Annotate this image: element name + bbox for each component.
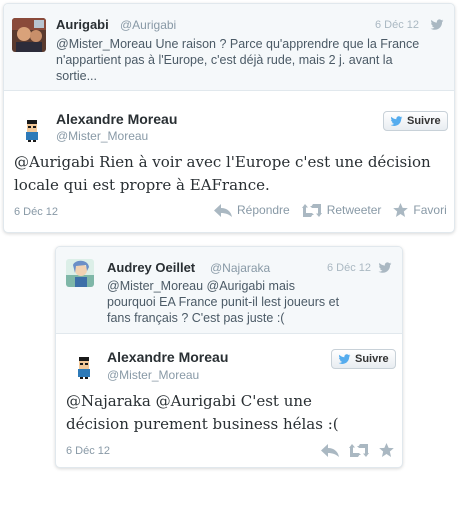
twitter-bird-icon: [390, 115, 403, 126]
parent-date[interactable]: 6 Déc 12: [375, 19, 419, 31]
star-icon: [379, 443, 394, 457]
follow-label: Suivre: [407, 115, 441, 127]
avatar-aurigabi[interactable]: [12, 18, 46, 52]
star-icon: [393, 203, 409, 217]
reply-action[interactable]: Répondre: [214, 203, 290, 217]
reply-date[interactable]: 6 Déc 12: [66, 445, 110, 457]
avatar-najaraka[interactable]: [66, 259, 94, 287]
parent-author-handle[interactable]: @Aurigabi: [120, 18, 176, 32]
follow-label: Suivre: [355, 353, 389, 365]
parent-author-handle[interactable]: @Najaraka: [210, 261, 270, 275]
retweet-icon: [301, 203, 322, 217]
favorite-action[interactable]: [379, 443, 394, 457]
retweet-action[interactable]: Retweeter: [301, 203, 382, 217]
parent-author-name[interactable]: Aurigabi: [56, 17, 109, 32]
reply-icon: [321, 443, 339, 457]
avatar-mister-moreau[interactable]: [20, 118, 44, 142]
reply-author-name[interactable]: Alexandre Moreau: [107, 349, 228, 365]
follow-button[interactable]: Suivre: [383, 111, 448, 131]
parent-tweet[interactable]: Audrey Oeillet @Najaraka 6 Déc 12 @Miste…: [56, 247, 402, 334]
tweet-actions: [321, 443, 394, 457]
retweet-action[interactable]: [349, 443, 369, 457]
parent-tweet[interactable]: Aurigabi @Aurigabi 6 Déc 12 @Mister_More…: [4, 4, 454, 91]
reply-icon: [214, 203, 232, 217]
retweet-icon: [349, 443, 369, 457]
follow-button[interactable]: Suivre: [331, 349, 396, 369]
avatar-mister-moreau[interactable]: [72, 355, 96, 379]
twitter-bird-icon: [338, 353, 351, 364]
reply-label: Répondre: [237, 203, 290, 217]
tweet-actions: Répondre Retweeter Favori: [214, 203, 447, 217]
tweet-embed-1: Aurigabi @Aurigabi 6 Déc 12 @Mister_More…: [3, 3, 455, 233]
favorite-action[interactable]: Favori: [393, 203, 447, 217]
parent-date[interactable]: 6 Déc 12: [327, 262, 371, 274]
reply-date[interactable]: 6 Déc 12: [14, 206, 58, 218]
twitter-bird-icon[interactable]: [378, 262, 392, 274]
tweet-embed-2: Audrey Oeillet @Najaraka 6 Déc 12 @Miste…: [55, 246, 403, 468]
reply-author-handle[interactable]: @Mister_Moreau: [107, 368, 199, 382]
favorite-label: Favori: [413, 203, 447, 217]
reply-action[interactable]: [321, 443, 339, 457]
twitter-bird-icon[interactable]: [430, 19, 444, 31]
reply-tweet-text: @Najaraka @Aurigabi C'est une décision p…: [66, 392, 339, 433]
parent-author-name[interactable]: Audrey Oeillet: [107, 260, 195, 275]
retweet-label: Retweeter: [326, 203, 382, 217]
parent-tweet-text: @Mister_Moreau Une raison ? Parce qu'app…: [56, 37, 420, 83]
reply-author-name[interactable]: Alexandre Moreau: [56, 111, 177, 127]
reply-tweet-text: @Aurigabi Rien à voir avec l'Europe c'es…: [14, 153, 431, 194]
reply-author-handle[interactable]: @Mister_Moreau: [56, 129, 148, 143]
parent-tweet-text: @Mister_Moreau @Aurigabi mais pourquoi E…: [107, 279, 340, 325]
